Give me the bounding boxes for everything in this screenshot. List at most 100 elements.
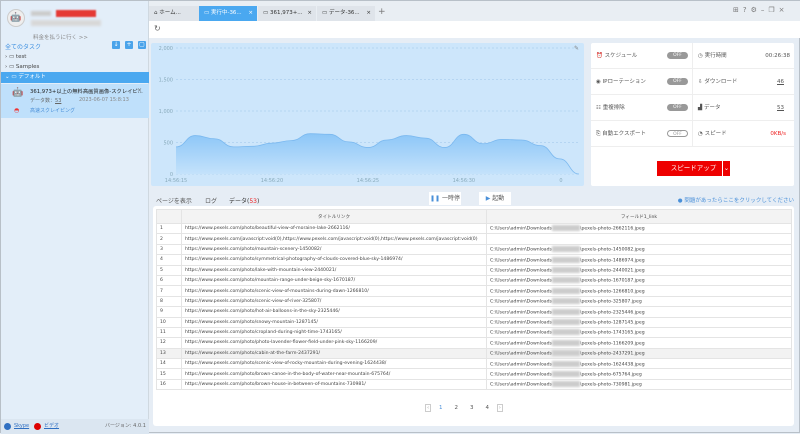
table-row[interactable]: 16https://www.pexels.com/photo/brown-hou… (157, 379, 792, 389)
col-title-link[interactable]: タイトルリンク (182, 210, 487, 224)
import-icon[interactable]: ↓ (112, 41, 120, 49)
table-row[interactable]: 7https://www.pexels.com/photo/scenic-vie… (157, 286, 792, 296)
table-row[interactable]: 5https://www.pexels.com/photo/lake-with-… (157, 265, 792, 275)
table-row[interactable]: 13https://www.pexels.com/photo/cabin-at-… (157, 348, 792, 358)
file-path-cell[interactable] (487, 234, 792, 244)
maximize-icon[interactable]: ❐ (768, 6, 778, 14)
table-row[interactable]: 4https://www.pexels.com/photo/symmetrica… (157, 255, 792, 265)
page-1[interactable]: 1 (439, 405, 443, 411)
x-tick-label: 14:56:20 (261, 178, 283, 184)
title-link-cell[interactable]: https://www.pexels.com/photo/snowy-mount… (182, 317, 487, 327)
title-link-cell[interactable]: https://www.pexels.com/photo/scenic-view… (182, 359, 487, 369)
page-4[interactable]: 4 (485, 405, 489, 411)
title-link-cell[interactable]: https://www.pexels.com/photo/lake-with-m… (182, 265, 487, 275)
table-row[interactable]: 1https://www.pexels.com/photo/beautiful-… (157, 224, 792, 234)
all-tasks-label[interactable]: 全てのタスク (5, 42, 41, 51)
file-path-cell[interactable]: C:\Users\admin\Downloads\pexels-photo-12… (487, 317, 792, 327)
page-3[interactable]: 3 (470, 405, 474, 411)
title-link-cell[interactable]: https://www.pexels.com/photo/symmetrical… (182, 255, 487, 265)
col-field1-link[interactable]: フィールド1_link (487, 210, 792, 224)
close-window-icon[interactable]: × (779, 6, 789, 14)
table-row[interactable]: 10https://www.pexels.com/photo/snowy-mou… (157, 317, 792, 327)
title-link-cell[interactable]: https://www.pexels.com/photo/photo-laven… (182, 338, 487, 348)
file-path-cell[interactable]: C:\Users\admin\Downloads\pexels-photo-12… (487, 286, 792, 296)
file-path-cell[interactable]: C:\Users\admin\Downloads\pexels-photo-16… (487, 359, 792, 369)
tab-log[interactable]: ログ (205, 196, 217, 205)
data-value[interactable]: 53 (777, 95, 784, 121)
file-path-cell[interactable]: C:\Users\admin\Downloads\pexels-photo-17… (487, 327, 792, 337)
title-link-cell[interactable]: https://www.pexels.com/photo/scenic-view… (182, 286, 487, 296)
edit-icon[interactable]: ✎ (574, 45, 579, 52)
ip-rotation-row: ◉ IPローテーションOFF (591, 69, 692, 95)
pay-link[interactable]: 料金を払うに行く >> (33, 33, 88, 41)
gear-icon[interactable]: ⚙ (751, 6, 761, 14)
table-row[interactable]: 15https://www.pexels.com/photo/brown-can… (157, 369, 792, 379)
table-row[interactable]: 2https://www.pexels.com/javascript:void(… (157, 234, 792, 244)
start-button[interactable]: ▶ 起動 (479, 192, 511, 205)
pause-button[interactable]: ❚❚ 一時停止 (429, 192, 461, 205)
file-path-cell[interactable]: C:\Users\admin\Downloads\pexels-photo-14… (487, 244, 792, 254)
download-value[interactable]: 46 (777, 69, 784, 95)
new-tab-icon[interactable]: + (378, 7, 386, 17)
auto-export-toggle[interactable]: OFF (667, 130, 688, 137)
tab-view-page[interactable]: ページを表示 (156, 196, 192, 205)
next-page-icon[interactable]: › (497, 404, 503, 412)
table-row[interactable]: 9https://www.pexels.com/photo/hot-air-ba… (157, 307, 792, 317)
avatar[interactable]: 🤖 (7, 9, 25, 27)
close-icon[interactable]: × (307, 6, 312, 21)
refresh-icon[interactable]: ↻ (154, 24, 161, 33)
title-link-cell[interactable]: https://www.pexels.com/photo/brown-canoe… (182, 369, 487, 379)
close-icon[interactable]: × (366, 6, 371, 21)
table-row[interactable]: 11https://www.pexels.com/photo/cropland-… (157, 327, 792, 337)
title-link-cell[interactable]: https://www.pexels.com/photo/brown-house… (182, 379, 487, 389)
close-icon[interactable]: × (137, 87, 142, 94)
file-path-cell[interactable]: C:\Users\admin\Downloads\pexels-photo-14… (487, 255, 792, 265)
new-folder-icon[interactable]: ▢ (138, 41, 146, 49)
title-link-cell[interactable]: https://www.pexels.com/photo/hot-air-bal… (182, 307, 487, 317)
table-row[interactable]: 3https://www.pexels.com/photo/mountain-s… (157, 244, 792, 254)
title-link-cell[interactable]: https://www.pexels.com/photo/cabin-at-th… (182, 348, 487, 358)
file-path-cell[interactable]: C:\Users\admin\Downloads\pexels-photo-24… (487, 348, 792, 358)
prev-page-icon[interactable]: ‹ (425, 404, 431, 412)
close-icon[interactable]: × (248, 6, 253, 21)
skype-link[interactable]: Skype (14, 419, 29, 434)
file-path-cell[interactable]: C:\Users\admin\Downloads\pexels-photo-73… (487, 379, 792, 389)
run-time-row: ◷ 実行時間00:26:38 (693, 43, 794, 69)
data-count[interactable]: 53 (55, 98, 61, 104)
file-path-cell[interactable]: C:\Users\admin\Downloads\pexels-photo-16… (487, 275, 792, 285)
title-link-cell[interactable]: https://www.pexels.com/javascript:void(0… (182, 234, 487, 244)
file-path-cell[interactable]: C:\Users\admin\Downloads\pexels-photo-67… (487, 369, 792, 379)
task-card[interactable]: 🤖 361,973+以上の無料高画質画像-スクレイピ... × データ数：53 … (1, 84, 149, 118)
page-2[interactable]: 2 (454, 405, 458, 411)
folder-default[interactable]: ⌄ ▭ デフォルト (1, 72, 149, 83)
table-row[interactable]: 14https://www.pexels.com/photo/scenic-vi… (157, 359, 792, 369)
title-link-cell[interactable]: https://www.pexels.com/photo/cropland-du… (182, 327, 487, 337)
title-link-cell[interactable]: https://www.pexels.com/photo/scenic-view… (182, 296, 487, 306)
gift-icon[interactable]: ⊞ (733, 6, 743, 14)
help-icon[interactable]: ? (743, 6, 751, 14)
speed-up-button[interactable]: スピードアップ⌄ (657, 161, 730, 176)
file-path-cell[interactable]: C:\Users\admin\Downloads\pexels-photo-23… (487, 307, 792, 317)
title-link-cell[interactable]: https://www.pexels.com/photo/beautiful-v… (182, 224, 487, 234)
schedule-toggle[interactable]: OFF (667, 52, 688, 59)
tab-task[interactable]: ▭ 361,973+...× (258, 6, 316, 21)
title-link-cell[interactable]: https://www.pexels.com/photo/mountain-sc… (182, 244, 487, 254)
file-path-cell[interactable]: C:\Users\admin\Downloads\pexels-photo-24… (487, 265, 792, 275)
chevron-down-icon[interactable]: ⌄ (722, 161, 730, 176)
help-link[interactable]: ● 問題があったらここをクリックしてください (678, 196, 794, 204)
file-path-cell[interactable]: C:\Users\admin\Downloads\pexels-photo-26… (487, 224, 792, 234)
title-link-cell[interactable]: https://www.pexels.com/photo/mountain-ra… (182, 275, 487, 285)
file-path-cell[interactable]: C:\Users\admin\Downloads\pexels-photo-32… (487, 296, 792, 306)
video-link[interactable]: ビデオ (44, 419, 59, 434)
window-controls[interactable]: ⊞?⚙–❐× (733, 6, 789, 14)
new-task-icon[interactable]: + (125, 41, 133, 49)
username-redacted (31, 11, 51, 16)
table-row[interactable]: 6https://www.pexels.com/photo/mountain-r… (157, 275, 792, 285)
tab-running[interactable]: ▭ 実行中-36...× (199, 6, 257, 21)
dedupe-toggle[interactable]: OFF (667, 104, 688, 111)
table-row[interactable]: 8https://www.pexels.com/photo/scenic-vie… (157, 296, 792, 306)
table-row[interactable]: 12https://www.pexels.com/photo/photo-lav… (157, 338, 792, 348)
tab-data[interactable]: ▭ データ-36...× (317, 6, 375, 21)
ip-rotation-toggle[interactable]: OFF (667, 78, 688, 85)
file-path-cell[interactable]: C:\Users\admin\Downloads\pexels-photo-11… (487, 338, 792, 348)
